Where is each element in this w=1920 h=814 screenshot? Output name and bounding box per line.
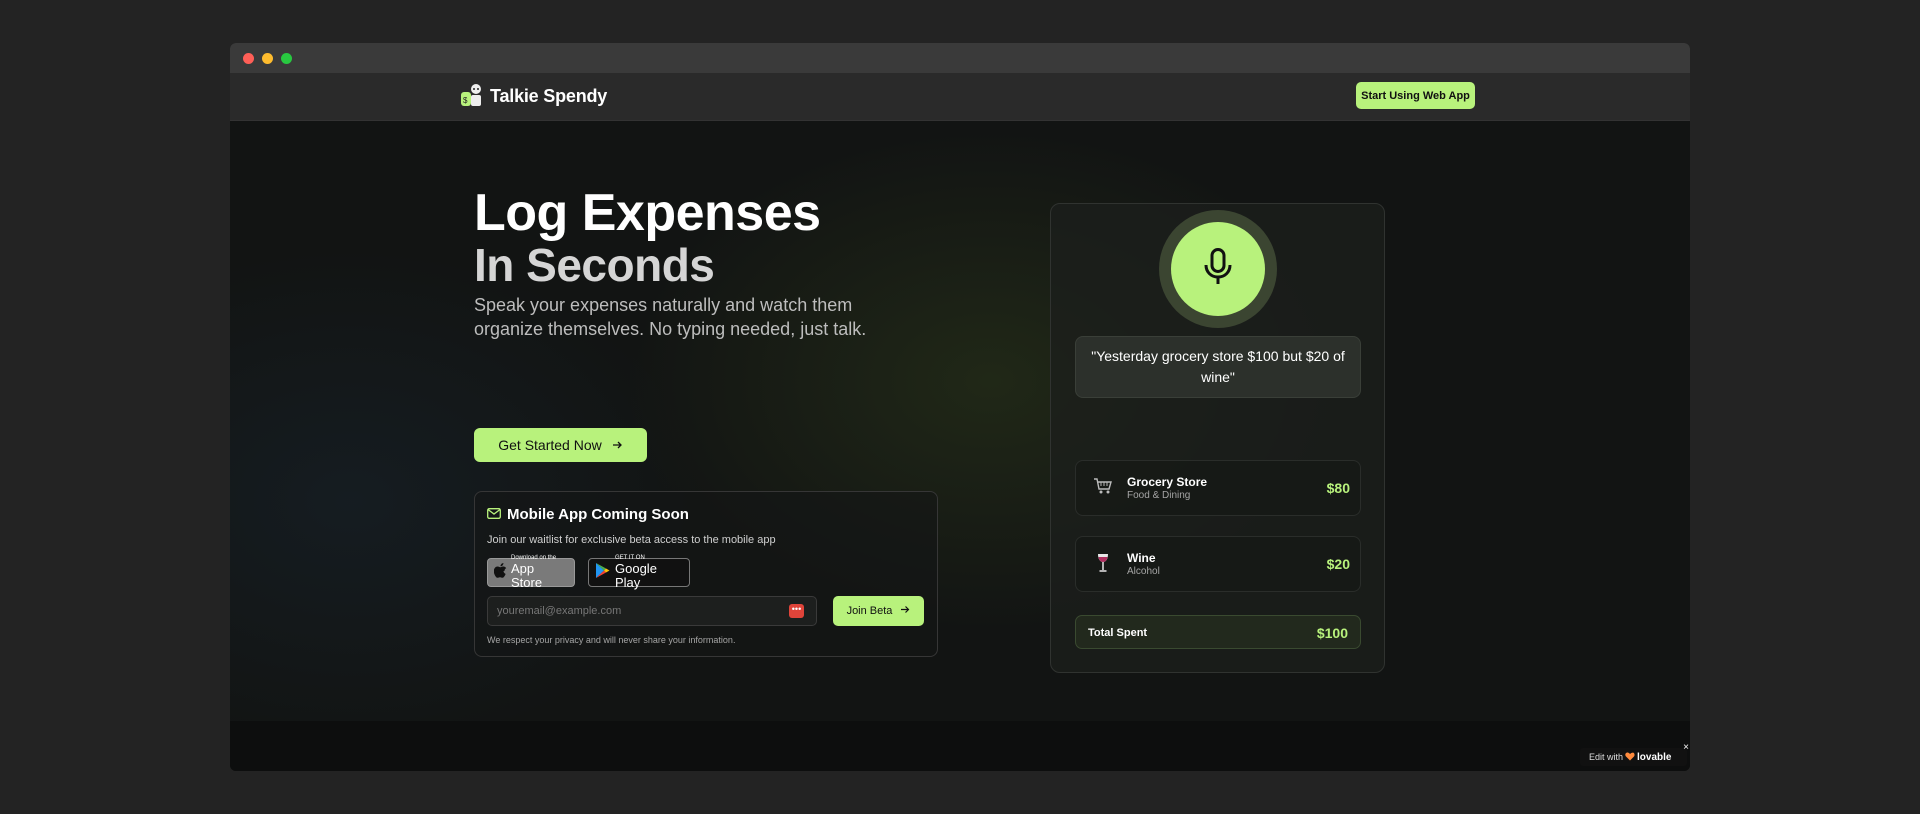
expense-category: Alcohol [1127,566,1160,577]
app-store-label: App Store [511,561,543,590]
expense-item: Wine Alcohol $20 [1075,536,1361,592]
beta-title: Mobile App Coming Soon [487,506,689,523]
get-started-button[interactable]: Get Started Now [474,428,647,462]
expense-name: Wine [1127,551,1156,565]
arrow-right-icon [612,437,623,453]
hero-title: Log Expenses [474,184,821,242]
maximize-window-button[interactable] [281,53,292,64]
total-spent-row: Total Spent $100 [1075,615,1361,649]
mic-button[interactable] [1171,222,1265,316]
footer-band [230,721,1690,771]
join-beta-label: Join Beta [846,605,893,617]
microphone-icon [1203,247,1233,291]
app-store-badge[interactable]: Download on the App Store [487,555,575,590]
window-titlebar [230,43,1690,73]
app-name: Talkie Spendy [490,85,608,106]
privacy-note: We respect your privacy and will never s… [487,635,736,645]
google-play-text: GET IT ON Google Play [615,555,683,590]
expense-name: Grocery Store [1127,475,1208,489]
arrow-right-icon [900,605,910,617]
mic-button-ring [1159,210,1277,328]
get-started-label: Get Started Now [498,437,602,453]
google-play-label: Google Play [615,561,657,590]
badge-prefix: Edit with [1589,752,1624,762]
svg-text:$: $ [463,96,468,105]
mail-icon [487,506,501,523]
join-beta-button[interactable]: Join Beta [833,596,924,626]
password-manager-icon[interactable]: ••• [789,604,804,618]
beta-waitlist-card: Mobile App Coming Soon Join our waitlist… [474,491,938,657]
hero-subtitle: Speak your expenses naturally and watch … [474,295,867,339]
expense-item: Grocery Store Food & Dining $80 [1075,460,1361,516]
logo-icon: $ [460,83,484,109]
app-logo[interactable]: $ Talkie Spendy [460,83,607,109]
google-play-badge[interactable]: GET IT ON Google Play [588,555,690,590]
email-input[interactable] [487,596,817,626]
expense-amount: $80 [1326,480,1350,496]
wine-glass-icon [1092,553,1114,575]
app-store-text: Download on the App Store [511,555,568,590]
badge-brand: lovable [1637,751,1672,763]
browser-window: $ Talkie Spendy Start Using Web App Log … [230,43,1690,771]
close-badge-button[interactable]: × [1683,742,1689,753]
total-spent-label: Total Spent [1088,627,1148,639]
shopping-cart-icon [1092,477,1114,499]
beta-title-text: Mobile App Coming Soon [507,506,689,523]
expense-category: Food & Dining [1127,490,1191,501]
edit-with-lovable-badge[interactable]: Edit with lovable × [1580,742,1689,766]
start-web-app-button[interactable]: Start Using Web App [1356,82,1475,109]
google-play-icon [595,562,611,584]
top-navbar: $ Talkie Spendy Start Using Web App [230,73,1690,121]
voice-demo-card: "Yesterday grocery store $100 but $20 of… [1050,203,1385,673]
apple-icon [493,562,507,583]
hero-title-secondary: In Seconds [474,239,715,291]
close-window-button[interactable] [243,53,254,64]
total-spent-amount: $100 [1316,625,1348,641]
transcript-quote: "Yesterday grocery store $100 but $20 of… [1075,336,1361,398]
heart-icon [1625,752,1635,763]
hero-section [230,121,1690,721]
minimize-window-button[interactable] [262,53,273,64]
expense-amount: $20 [1326,556,1350,572]
beta-description: Join our waitlist for exclusive beta acc… [487,534,776,546]
